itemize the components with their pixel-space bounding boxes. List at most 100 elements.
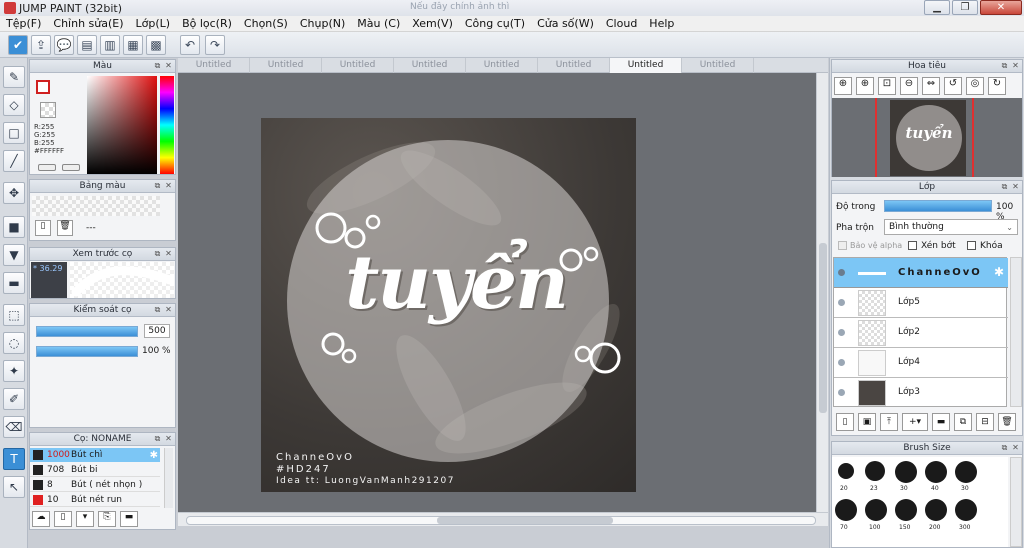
new-swatch-icon[interactable]: ▯ — [35, 220, 51, 236]
menu-capture[interactable]: Chụp(N) — [294, 17, 351, 30]
duplicate-layer-icon[interactable]: ⧉ — [954, 413, 972, 431]
brush-size-dot[interactable] — [955, 461, 977, 483]
menu-view[interactable]: Xem(V) — [406, 17, 459, 30]
text-tool-icon[interactable]: T — [3, 448, 25, 470]
tab-untitled[interactable]: Untitled — [250, 58, 322, 73]
brush-size-dot[interactable] — [925, 499, 947, 521]
protect-alpha-checkbox[interactable] — [838, 241, 847, 250]
float-icon[interactable]: ⧉ — [1000, 61, 1009, 70]
tab-untitled[interactable]: Untitled — [466, 58, 538, 73]
layer-opacity-slider[interactable] — [884, 200, 992, 212]
add-layer-dropdown-icon[interactable]: +▾ — [902, 413, 928, 431]
rotate-right-icon[interactable]: ↻ — [988, 77, 1006, 95]
float-icon[interactable]: ⧉ — [153, 434, 162, 443]
select-eraser-icon[interactable]: ⌫ — [3, 416, 25, 438]
close-icon[interactable]: ✕ — [164, 305, 173, 314]
visibility-icon[interactable] — [838, 329, 845, 336]
line-tool-icon[interactable]: ╱ — [3, 150, 25, 172]
layer-row[interactable]: Lớp4 — [834, 348, 1008, 378]
gear-icon[interactable]: ✱ — [150, 450, 158, 461]
gradient-icon[interactable]: ▬ — [3, 272, 25, 294]
minimize-button[interactable]: ▁ — [924, 0, 950, 15]
copy-brush-icon[interactable]: ⎘ — [98, 511, 116, 527]
visibility-icon[interactable] — [838, 299, 845, 306]
select-pen-icon[interactable]: ✐ — [3, 388, 25, 410]
visibility-icon[interactable] — [838, 389, 845, 396]
canvas-horizontal-scrollbar[interactable] — [178, 512, 828, 526]
share-icon[interactable]: ⇪ — [31, 35, 51, 55]
folder-icon[interactable]: ▬ — [120, 511, 138, 527]
zoom-out-icon[interactable]: ⊖ — [900, 77, 918, 95]
close-icon[interactable]: ✕ — [1011, 443, 1020, 452]
canvas-vertical-scrollbar[interactable] — [816, 73, 828, 512]
visibility-icon[interactable] — [838, 269, 845, 276]
fit-icon[interactable]: ⊡ — [878, 77, 896, 95]
saturation-value-picker[interactable] — [87, 76, 157, 174]
menu-edit[interactable]: Chỉnh sửa(E) — [47, 17, 129, 30]
zoom-in-icon[interactable]: ⊕ — [834, 77, 852, 95]
brush-size-scrollbar[interactable] — [1010, 457, 1022, 547]
gear-icon[interactable]: ✱ — [994, 265, 1004, 279]
list-item[interactable]: 708 Bút bi — [30, 463, 160, 477]
new-brush-icon[interactable]: ▯ — [54, 511, 72, 527]
color-mode-button[interactable] — [38, 164, 56, 171]
menu-tools[interactable]: Công cụ(T) — [459, 17, 531, 30]
brush-size-dot[interactable] — [925, 461, 947, 483]
brush-opacity-slider[interactable] — [36, 346, 138, 357]
clipping-checkbox[interactable] — [908, 241, 917, 250]
new-layer-icon[interactable]: ▯ — [836, 413, 854, 431]
operation-tool-icon[interactable]: ↖ — [3, 476, 25, 498]
background-color-swatch[interactable] — [40, 102, 56, 118]
brush-size-dot[interactable] — [955, 499, 977, 521]
close-icon[interactable]: ✕ — [164, 249, 173, 258]
undo-icon[interactable]: ↶ — [180, 35, 200, 55]
layer-mask-icon[interactable]: ▣ — [858, 413, 876, 431]
folder-icon[interactable]: ▬ — [932, 413, 950, 431]
fill-shape-icon[interactable]: ■ — [3, 216, 25, 238]
float-icon[interactable]: ⧉ — [153, 61, 162, 70]
tab-untitled[interactable]: Untitled — [322, 58, 394, 73]
scroll-thumb[interactable] — [437, 517, 613, 524]
bucket-icon[interactable]: ▼ — [3, 244, 25, 266]
brush-tool-icon[interactable]: ✎ — [3, 66, 25, 88]
tab-untitled[interactable]: Untitled — [682, 58, 754, 73]
brush-size-dot[interactable] — [895, 499, 917, 521]
float-icon[interactable]: ⧉ — [153, 305, 162, 314]
reset-icon[interactable]: ◎ — [966, 77, 984, 95]
zoom-in-icon[interactable]: ⊕ — [856, 77, 874, 95]
flip-icon[interactable]: ⇔ — [922, 77, 940, 95]
menu-select[interactable]: Chọn(S) — [238, 17, 294, 30]
float-icon[interactable]: ⧉ — [1000, 182, 1009, 191]
brush-size-slider[interactable] — [36, 326, 138, 337]
menu-window[interactable]: Cửa số(W) — [531, 17, 600, 30]
layer-row[interactable]: Lớp5 — [834, 288, 1008, 318]
float-icon[interactable]: ⧉ — [1000, 443, 1009, 452]
rotate-left-icon[interactable]: ↺ — [944, 77, 962, 95]
delete-swatch-icon[interactable]: 🗑 — [57, 220, 73, 236]
merge-layer-icon[interactable]: ⊟ — [976, 413, 994, 431]
brush-list-scrollbar[interactable] — [164, 448, 173, 508]
color-swap-button[interactable] — [62, 164, 80, 171]
tab-untitled-active[interactable]: Untitled — [610, 58, 682, 73]
brush-size-dot[interactable] — [895, 461, 917, 483]
layer-up-icon[interactable]: ⤒ — [880, 413, 898, 431]
layer-row[interactable]: Lớp2 — [834, 318, 1008, 348]
page-icon[interactable]: ▥ — [100, 35, 120, 55]
hue-slider[interactable] — [160, 76, 174, 174]
navigator-preview[interactable]: tuyển — [832, 98, 1022, 177]
brush-size-dot[interactable] — [838, 463, 854, 479]
rectangle-tool-icon[interactable]: □ — [3, 122, 25, 144]
delete-layer-icon[interactable]: 🗑 — [998, 413, 1016, 431]
document-icon[interactable]: ▦ — [123, 35, 143, 55]
close-icon[interactable]: ✕ — [1011, 61, 1020, 70]
visibility-icon[interactable] — [838, 359, 845, 366]
close-icon[interactable]: ✕ — [164, 61, 173, 70]
brush-size-dot[interactable] — [865, 499, 887, 521]
add-brush-icon[interactable]: ▾ — [76, 511, 94, 527]
tab-untitled[interactable]: Untitled — [178, 58, 250, 73]
layout-icon[interactable]: ▩ — [146, 35, 166, 55]
artwork-canvas[interactable]: tuyển ChanneOvO #HD247 Idea tt: LuongVan… — [261, 118, 636, 492]
close-button[interactable]: ✕ — [980, 0, 1022, 15]
message-icon[interactable]: ▤ — [77, 35, 97, 55]
check-icon[interactable]: ✔ — [8, 35, 28, 55]
